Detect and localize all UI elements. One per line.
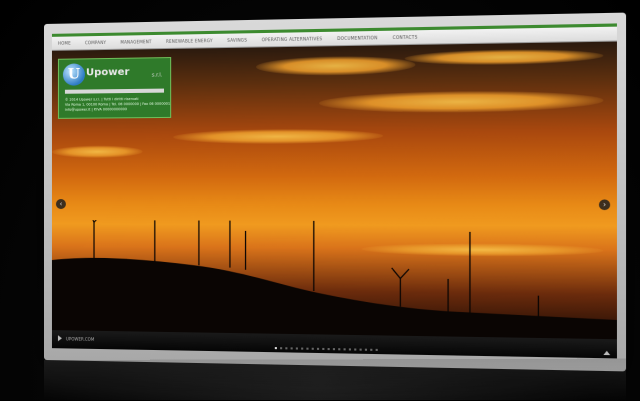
logo-info-line: © 2014 Upower s.r.l. | Tutti i diritti r… [64, 96, 139, 102]
slide-dot[interactable] [359, 348, 362, 351]
nav-contacts[interactable]: CONTACTS [393, 34, 418, 40]
slide-dot[interactable] [284, 347, 287, 350]
slide-dot[interactable] [321, 347, 324, 351]
slide-dots [52, 343, 617, 355]
cloud [255, 55, 416, 77]
slide-dot[interactable] [274, 347, 277, 350]
monitor-frame: HOME COMPANY MANAGEMENT RENEWABLE ENERGY… [44, 12, 627, 372]
globe-logo-icon: U [62, 63, 85, 86]
cloud [173, 128, 384, 145]
floor-reflection [44, 358, 627, 401]
slide-dot[interactable] [311, 347, 314, 350]
nav-savings[interactable]: SAVINGS [227, 37, 247, 42]
slide-dot[interactable] [342, 348, 346, 351]
nav-company[interactable]: COMPANY [85, 40, 106, 45]
slide-dot[interactable] [369, 348, 372, 351]
nav-documentation[interactable]: DOCUMENTATION [337, 35, 377, 41]
cloud [51, 145, 143, 158]
logo-info-line: Via Roma 1, 00100 Roma | Tel. 06 0000000… [64, 101, 171, 107]
slide-dot[interactable] [353, 348, 356, 351]
slide-dot[interactable] [337, 348, 340, 351]
chevron-left-icon[interactable]: ‹ [55, 199, 66, 210]
nav-management[interactable]: MANAGEMENT [120, 39, 151, 45]
slide-dot[interactable] [327, 347, 330, 351]
arrow-up-icon[interactable] [603, 350, 611, 356]
hero-slideshow: U Upower s.r.l. © 2014 Upower s.r.l. | T… [51, 41, 617, 340]
slide-dot[interactable] [305, 347, 308, 350]
slide-dot[interactable] [300, 347, 303, 350]
slide-dot[interactable] [279, 347, 282, 350]
presentation-stage: HOME COMPANY MANAGEMENT RENEWABLE ENERGY… [0, 0, 640, 401]
company-logo-panel[interactable]: U Upower s.r.l. © 2014 Upower s.r.l. | T… [57, 57, 172, 119]
chevron-right-icon[interactable]: › [598, 199, 611, 211]
logo-divider [64, 88, 165, 94]
website-screen: HOME COMPANY MANAGEMENT RENEWABLE ENERGY… [51, 23, 617, 359]
logo-info-line: info@upower.it | P.IVA 00000000000 [64, 107, 127, 112]
cloud [319, 89, 604, 114]
caption-area: UPOWER.COM [57, 335, 95, 342]
slide-dot[interactable] [375, 348, 378, 351]
logo-name: Upower [85, 66, 130, 79]
hill-with-turbines [51, 220, 617, 340]
nav-operating-alternatives[interactable]: OPERATING ALTERNATIVES [262, 36, 323, 42]
slide-dot[interactable] [290, 347, 293, 350]
slide-dot[interactable] [316, 347, 319, 350]
slide-dot[interactable] [295, 347, 298, 350]
slide-caption: UPOWER.COM [65, 335, 95, 342]
play-icon[interactable] [57, 335, 62, 342]
logo-suffix: s.r.l. [151, 72, 163, 79]
slide-dot[interactable] [332, 348, 335, 351]
slide-dot[interactable] [364, 348, 367, 351]
nav-renewable-energy[interactable]: RENEWABLE ENERGY [166, 38, 213, 44]
nav-home[interactable]: HOME [58, 41, 71, 46]
cloud [404, 48, 604, 66]
slide-dot[interactable] [348, 348, 351, 351]
